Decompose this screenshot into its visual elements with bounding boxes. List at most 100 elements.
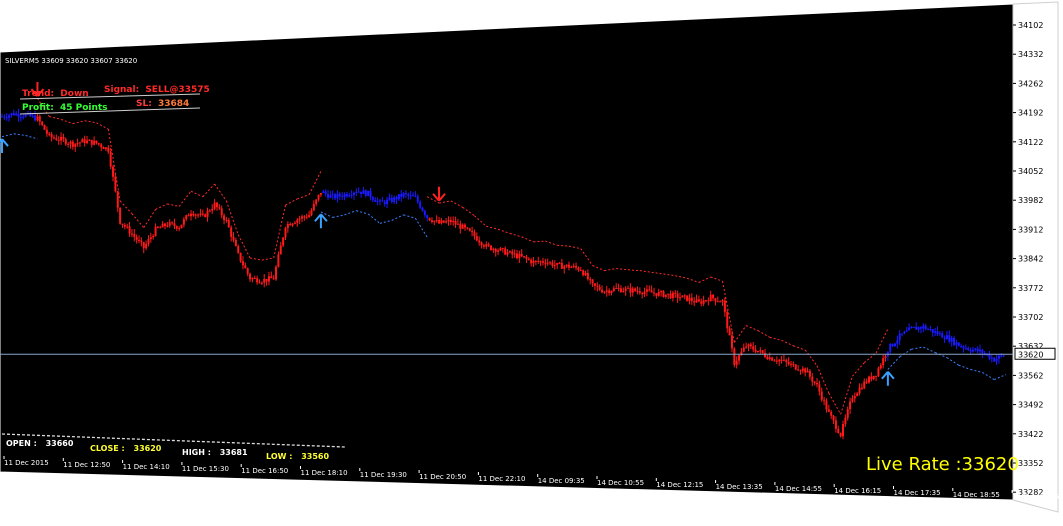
candle-body [558, 262, 561, 264]
candle-body [12, 113, 15, 116]
candle-body [773, 360, 776, 362]
ohlc-high-value: 33681 [220, 448, 248, 457]
candle-body [903, 331, 906, 334]
sl-value: 33684 [158, 99, 189, 109]
candle-body [246, 268, 249, 274]
candle-body [565, 264, 568, 267]
candle-body [896, 340, 899, 344]
candle-body [709, 294, 712, 302]
ohlc-high-label: HIGH : [182, 448, 211, 457]
candle-body [962, 346, 965, 349]
candle-body [870, 376, 873, 380]
candle-body [135, 236, 138, 240]
candle-body [78, 142, 81, 144]
candle-body [341, 196, 344, 198]
candle-body [891, 343, 894, 346]
candle-body [466, 227, 469, 229]
candle-body [296, 219, 299, 223]
candle-body [898, 333, 901, 341]
candle-body [475, 236, 478, 241]
candle-body [357, 191, 360, 193]
candle-body [386, 199, 389, 205]
candle-body [121, 223, 124, 225]
candle-body [851, 398, 854, 402]
candle-body [317, 194, 320, 200]
candle-body [905, 330, 908, 332]
candle-body [301, 216, 304, 219]
candle-body [381, 200, 384, 202]
profit-label: Profit: [22, 103, 54, 113]
candle-body [100, 144, 103, 148]
candle-body [884, 356, 887, 358]
candle-body [237, 246, 240, 253]
candle-body [721, 300, 724, 302]
candle-body [378, 200, 381, 202]
candle-body [67, 143, 70, 145]
candle-body [97, 143, 100, 145]
signal-label: Signal: [104, 85, 139, 95]
candle-body [277, 254, 280, 267]
candle-body [230, 227, 233, 237]
candle-body [324, 191, 327, 194]
candle-body [440, 220, 443, 224]
candle-body [960, 346, 963, 348]
candle-body [303, 216, 306, 218]
candle-body [312, 203, 315, 211]
candle-body [232, 236, 235, 240]
candle-body [412, 195, 415, 197]
candle-body [957, 342, 960, 347]
price-tick-label: 34122 [1018, 138, 1043, 147]
candle-body [473, 232, 476, 237]
time-tick-label: 11 Dec 15:30 [182, 465, 229, 473]
candle-body [929, 329, 932, 331]
ohlc-close-value: 33620 [134, 444, 162, 453]
time-tick-label: 14 Dec 14:55 [775, 485, 822, 493]
ohlc-open-value: 33660 [46, 439, 74, 448]
candle-body [771, 357, 774, 361]
candle-body [74, 143, 77, 147]
time-tick-label: 14 Dec 10:55 [597, 479, 644, 487]
candle-body [690, 297, 693, 302]
candle-body [442, 220, 445, 223]
candle-body [707, 300, 710, 302]
candle-body [969, 349, 972, 352]
candle-body [908, 327, 911, 331]
live-rate-label: Live Rate :33620 [866, 454, 1019, 475]
candle-body [589, 279, 592, 281]
candle-body [927, 329, 930, 331]
candle-body [653, 292, 656, 294]
candle-body [367, 190, 370, 196]
candle-body [419, 201, 422, 208]
candle-body [924, 325, 927, 330]
candle-body [55, 138, 58, 141]
candle-body [849, 401, 852, 410]
candle-body [627, 287, 630, 289]
candle-body [123, 224, 126, 227]
candle-body [164, 223, 167, 226]
candle-body [241, 261, 244, 266]
candle-body [560, 262, 563, 269]
candle-body [780, 359, 783, 361]
candle-body [704, 300, 707, 302]
candle-body [480, 242, 483, 246]
candle-body [513, 253, 516, 255]
candle-body [83, 139, 86, 144]
candle-body [355, 191, 358, 193]
candle-body [527, 258, 530, 260]
candle-body [912, 326, 915, 328]
price-chart[interactable]: 34102 34332 34262 34192 34122 34052 33982 33912… [0, 0, 1063, 526]
candle-body [338, 193, 341, 197]
candle-body [249, 273, 252, 280]
time-tick-label: 11 Dec 20:50 [419, 473, 466, 481]
candle-body [667, 293, 670, 295]
candle-body [416, 196, 419, 202]
candle-body [893, 343, 896, 346]
candle-body [943, 337, 946, 340]
candle-body [832, 415, 835, 421]
candle-body [981, 349, 984, 353]
candle-body [655, 293, 658, 296]
candle-body [674, 292, 677, 294]
candle-body [700, 301, 703, 304]
candle-body [860, 387, 863, 389]
svg-text:SL: 33684: SL: 33684 [136, 99, 189, 109]
